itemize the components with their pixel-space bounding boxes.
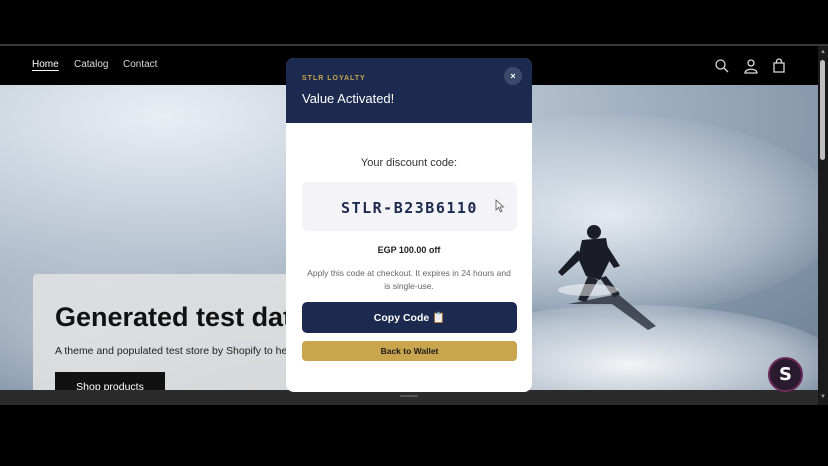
discount-amount: EGP 100.00 off (377, 245, 441, 255)
nav-contact-link[interactable]: Contact (123, 59, 157, 70)
modal-title: Value Activated! (302, 91, 395, 106)
resize-grip[interactable] (400, 395, 418, 397)
hero-title: Generated test data (55, 302, 286, 332)
account-icon[interactable] (743, 58, 759, 74)
page-scrollbar[interactable]: ▲ ▼ (818, 46, 828, 405)
mouse-cursor-icon (495, 199, 505, 213)
snowboarder-image (558, 225, 656, 330)
bottom-bar (0, 390, 818, 405)
discount-note: Apply this code at checkout. It expires … (307, 268, 511, 291)
browser-frame: Home Catalog Contact Generated test data… (0, 0, 828, 466)
nav-catalog-link[interactable]: Catalog (74, 59, 108, 70)
scroll-down-icon[interactable]: ▼ (820, 394, 826, 400)
copy-code-button[interactable]: Copy Code 📋 (302, 302, 517, 333)
close-icon[interactable]: × (504, 67, 522, 85)
search-icon[interactable] (714, 58, 730, 74)
cart-icon[interactable] (771, 58, 787, 74)
hero-content-clip: Generated test data A theme and populate… (33, 274, 286, 390)
stlr-logo-icon[interactable]: S (768, 357, 803, 392)
discount-code-label: Your discount code: (360, 157, 458, 169)
back-to-wallet-button[interactable]: Back to Wallet (302, 341, 517, 361)
stlr-logo-letter: S (779, 364, 792, 385)
loyalty-modal: STLR LOYALTY Value Activated! × Your dis… (286, 58, 532, 392)
modal-header: STLR LOYALTY Value Activated! × (286, 58, 532, 123)
shop-products-button[interactable]: Shop products (55, 372, 165, 390)
discount-code-box[interactable]: STLR-B23B6110 (302, 182, 517, 231)
modal-brand: STLR LOYALTY (302, 75, 366, 82)
hero-content-card: Generated test data A theme and populate… (33, 274, 323, 390)
hero-subtitle: A theme and populated test store by Shop… (55, 345, 286, 357)
scrollbar-thumb[interactable] (820, 60, 825, 160)
scroll-up-icon[interactable]: ▲ (820, 49, 826, 55)
nav-home-link[interactable]: Home (32, 59, 59, 70)
discount-code[interactable]: STLR-B23B6110 (302, 199, 517, 217)
